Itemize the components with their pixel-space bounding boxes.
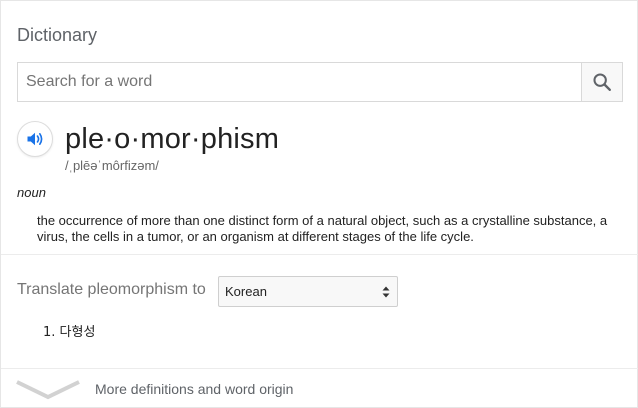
translate-label: Translate pleomorphism to — [17, 281, 206, 298]
translation-result: 1. 다형성 — [43, 325, 96, 340]
language-select-value: Korean — [225, 284, 267, 299]
language-select[interactable]: Korean — [218, 276, 398, 307]
pronunciation-button[interactable] — [17, 121, 53, 157]
search-button[interactable] — [581, 63, 622, 101]
part-of-speech: noun — [17, 185, 46, 200]
divider — [1, 254, 638, 255]
definition-text: the occurrence of more than one distinct… — [37, 213, 608, 244]
speaker-icon — [27, 132, 43, 146]
search-icon — [593, 73, 611, 91]
dictionary-card: Dictionary ple·o·mor·phism /ˌplēəˈmôrfiz… — [0, 0, 638, 408]
search-box — [17, 62, 623, 102]
more-definitions-label: More definitions and word origin — [95, 381, 294, 397]
more-definitions-link[interactable]: More definitions and word origin — [1, 369, 638, 408]
headword: ple·o·mor·phism — [65, 123, 280, 155]
card-title: Dictionary — [17, 25, 98, 45]
search-input[interactable] — [18, 63, 581, 101]
phonetic-spelling: /ˌplēəˈmôrfizəm/ — [65, 158, 159, 173]
updown-arrows-icon — [382, 286, 390, 297]
chevron-down-icon — [16, 380, 80, 400]
